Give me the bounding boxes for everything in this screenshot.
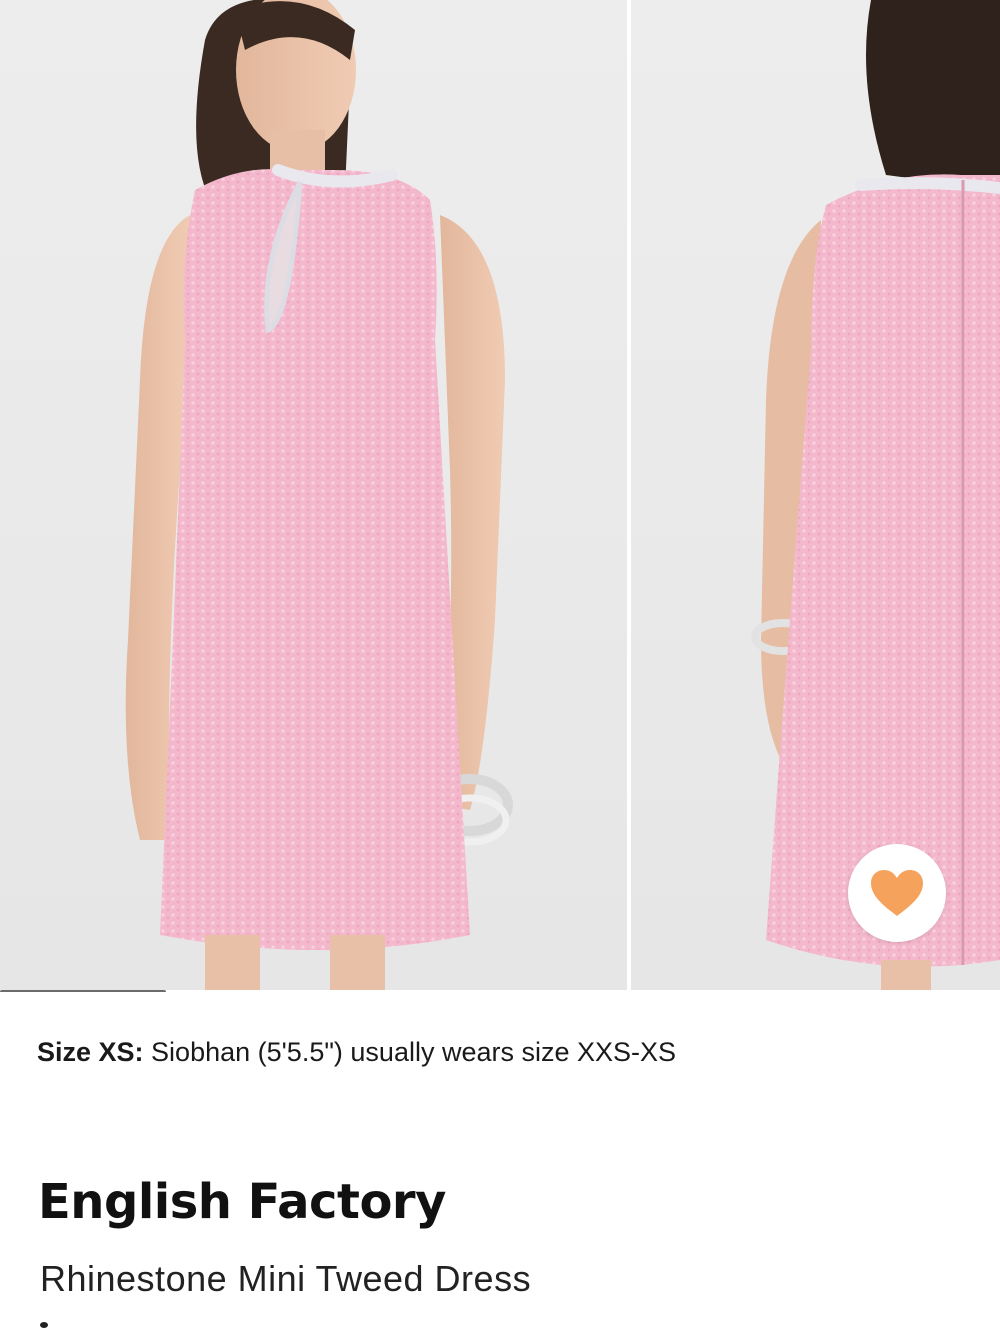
favorite-button[interactable] [848,844,946,942]
heart-icon [871,870,923,916]
brand-name[interactable]: English Factory [38,1174,446,1230]
product-image-gallery[interactable] [0,0,1000,992]
front-photo-illustration [125,0,513,990]
gallery-image-front[interactable] [0,0,627,990]
size-label: Size XS: [37,1037,144,1067]
gallery-scroll-thumb [0,990,166,992]
product-title: Rhinestone Mini Tweed Dress [40,1258,532,1299]
size-note-text: Siobhan (5'5.5") usually wears size XXS-… [143,1037,677,1067]
back-photo-illustration [751,0,1000,990]
price-text-partial [40,1322,48,1328]
size-fit-note: Size XS: Siobhan (5'5.5") usually wears … [37,1037,676,1068]
gallery-image-back[interactable] [631,0,1000,990]
gallery-scroll-indicator [0,990,1000,992]
